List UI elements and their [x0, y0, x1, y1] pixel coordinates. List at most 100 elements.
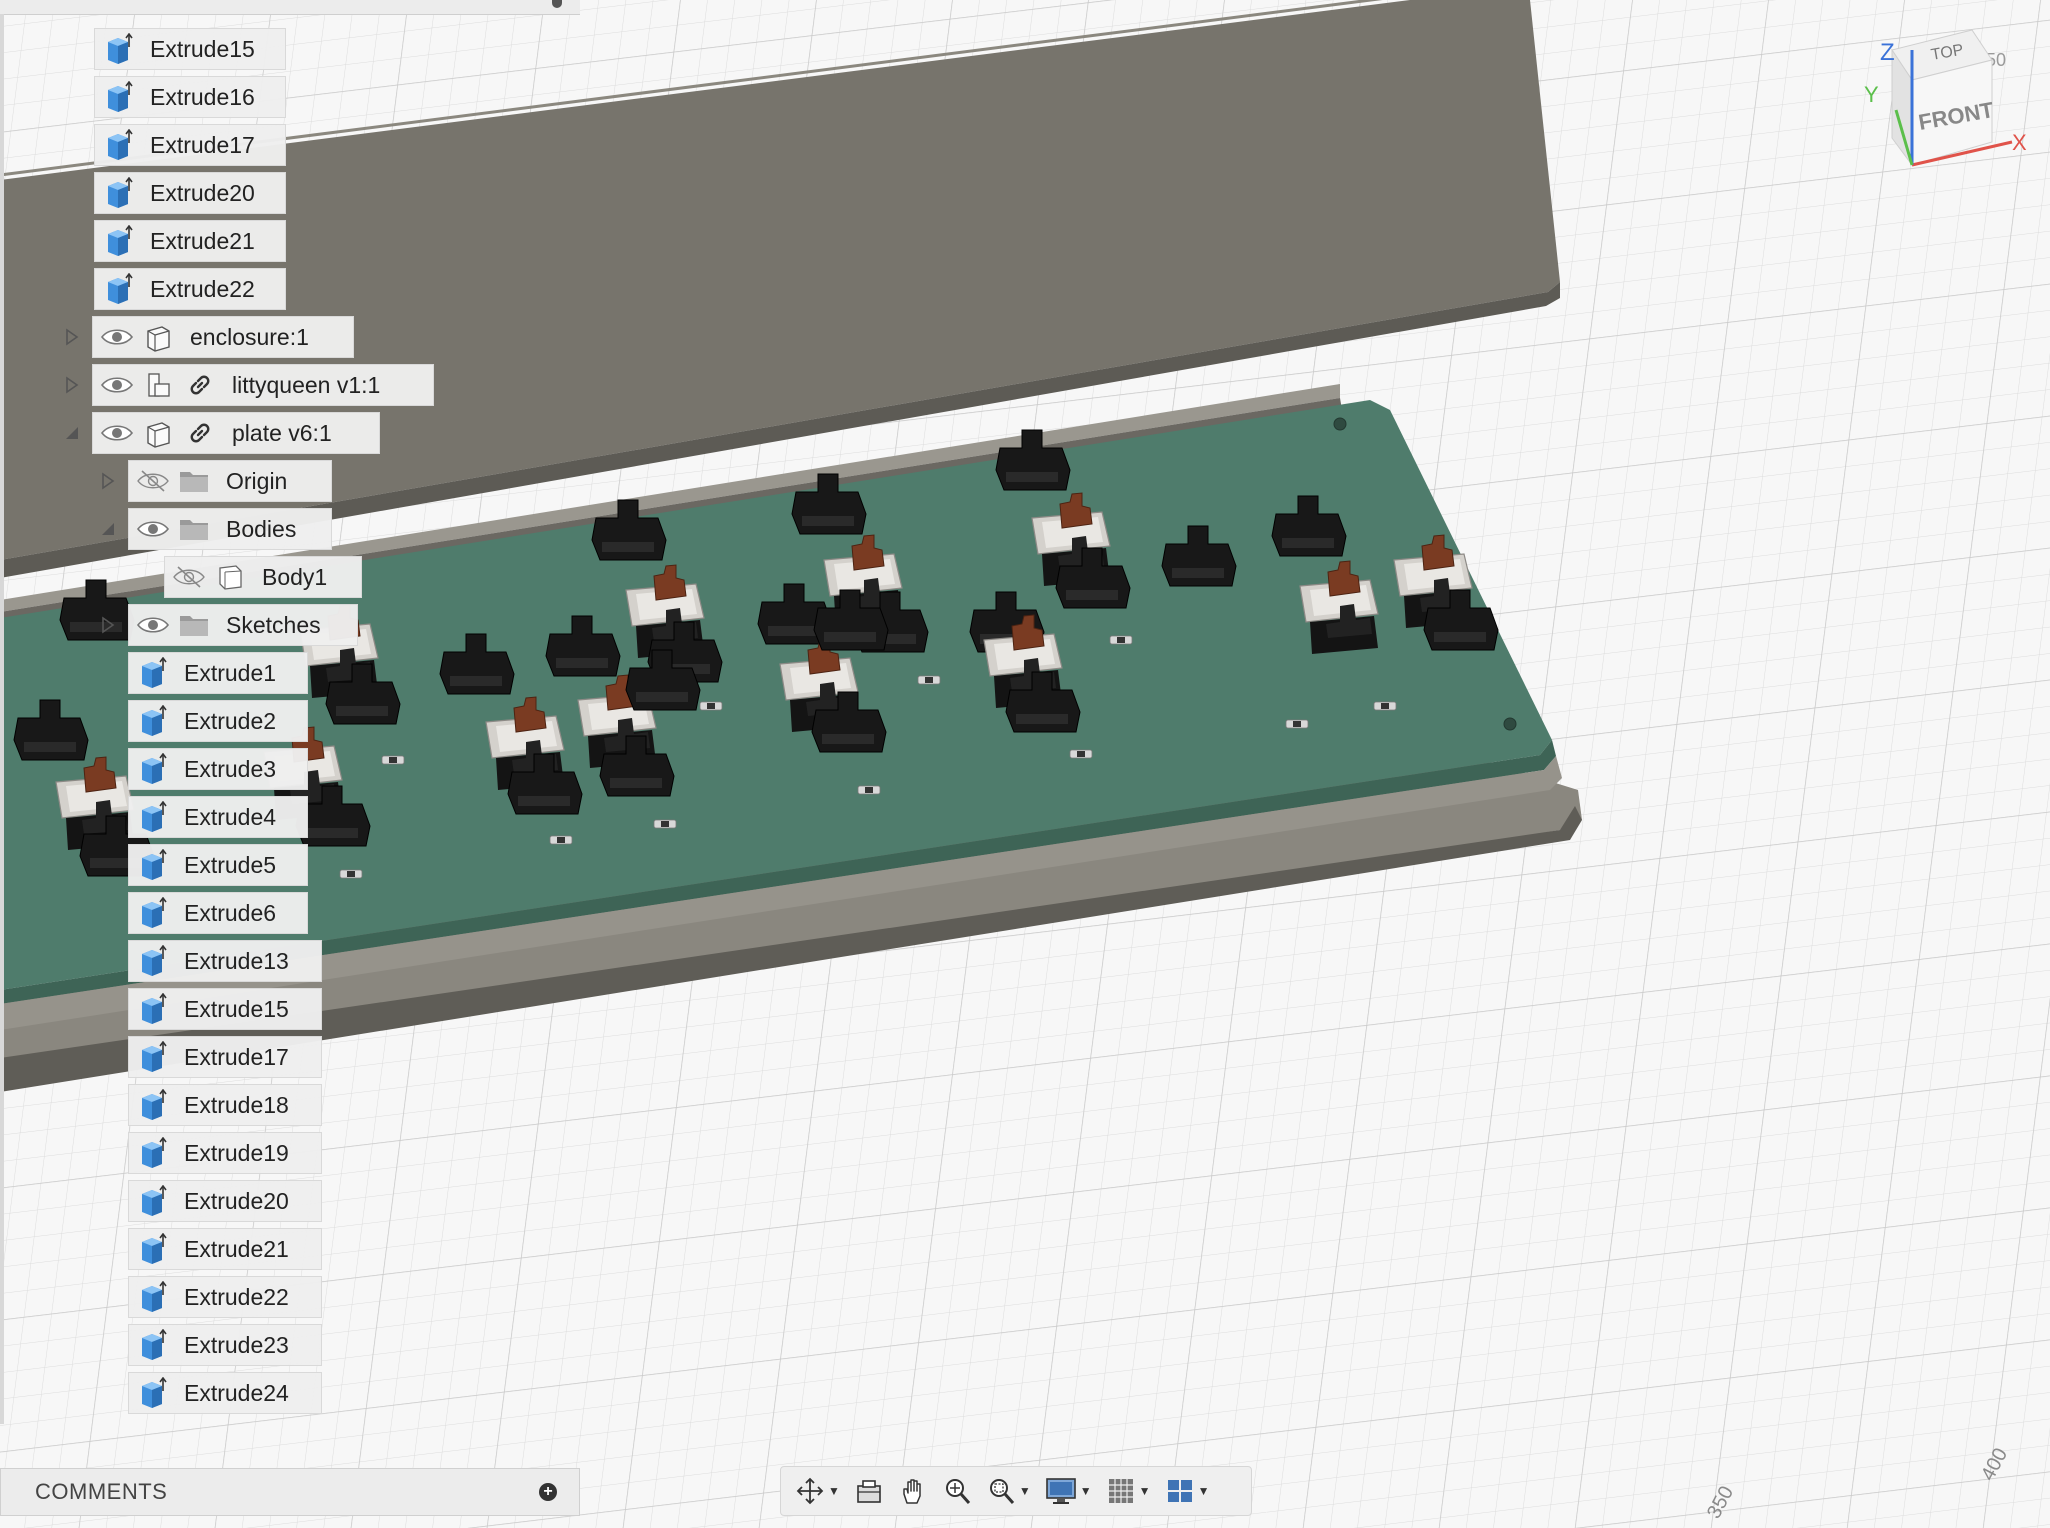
- eye-icon[interactable]: [135, 511, 171, 547]
- orbit-tool[interactable]: ▼: [789, 1471, 846, 1511]
- viewcube[interactable]: TOP FRONT Z Y X: [1862, 20, 2032, 190]
- tree-item-extrude17[interactable]: Extrude17: [128, 1036, 322, 1078]
- tree-item-label: enclosure:1: [190, 323, 309, 350]
- tree-item-extrude4[interactable]: Extrude4: [128, 796, 308, 838]
- folder-icon: [176, 511, 212, 547]
- tree-item-label: Extrude6: [184, 899, 277, 926]
- dropdown-caret-icon[interactable]: ▼: [1019, 1484, 1031, 1498]
- extrude-body-icon: [134, 703, 170, 739]
- pan-hand-icon: [898, 1476, 928, 1506]
- tree-item-label: Extrude19: [184, 1139, 289, 1166]
- tree-item-label: plate v6:1: [232, 419, 332, 446]
- tree-item-origin[interactable]: Origin: [128, 460, 332, 502]
- tree-item-extrude21[interactable]: Extrude21: [128, 1228, 322, 1270]
- plus-circle-icon[interactable]: +: [539, 1483, 557, 1501]
- tree-item-extrude18[interactable]: Extrude18: [128, 1084, 322, 1126]
- tree-item-extrude19[interactable]: Extrude19: [128, 1132, 322, 1174]
- tree-item-extrude24[interactable]: Extrude24: [128, 1372, 322, 1414]
- tree-item-label: Extrude13: [184, 947, 289, 974]
- grid-settings-icon: [1106, 1476, 1136, 1506]
- axis-y-label: Y: [1864, 82, 1879, 107]
- eye-icon[interactable]: [99, 367, 135, 403]
- tree-item-label: Extrude24: [184, 1379, 289, 1406]
- dropdown-caret-icon[interactable]: ▼: [1139, 1484, 1151, 1498]
- extrude-body-icon: [134, 1087, 170, 1123]
- dropdown-caret-icon[interactable]: ▼: [1080, 1484, 1092, 1498]
- eye-icon[interactable]: [135, 607, 171, 643]
- browser-panel-header[interactable]: [0, 0, 580, 15]
- tree-item-body1[interactable]: Body1: [164, 556, 362, 598]
- viewports-icon: [1165, 1476, 1195, 1506]
- tree-item-bodies[interactable]: Bodies: [128, 508, 332, 550]
- tree-item-extrude1[interactable]: Extrude1: [128, 652, 308, 694]
- tree-item-extrude15[interactable]: Extrude15: [128, 988, 322, 1030]
- tree-item-label: Extrude4: [184, 803, 277, 830]
- grid-settings-tool[interactable]: ▼: [1100, 1471, 1157, 1511]
- tree-item-extrude5[interactable]: Extrude5: [128, 844, 308, 886]
- look-at-tool[interactable]: [848, 1471, 890, 1511]
- eye-hidden-icon[interactable]: [171, 559, 207, 595]
- viewports-tool[interactable]: ▼: [1159, 1471, 1216, 1511]
- tree-item-extrude20[interactable]: Extrude20: [94, 172, 286, 214]
- tree-item-label: Extrude15: [150, 35, 255, 62]
- orbit-icon: [795, 1476, 825, 1506]
- collapse-triangle-icon[interactable]: [98, 613, 118, 637]
- tree-item-extrude2[interactable]: Extrude2: [128, 700, 308, 742]
- tree-item-extrude13[interactable]: Extrude13: [128, 940, 322, 982]
- tree-item-extrude16[interactable]: Extrude16: [94, 76, 286, 118]
- zoom-window-tool[interactable]: ▼: [980, 1471, 1037, 1511]
- dropdown-caret-icon[interactable]: ▼: [1198, 1484, 1210, 1498]
- expand-triangle-icon[interactable]: [98, 517, 118, 541]
- comments-panel[interactable]: COMMENTS +: [0, 1468, 580, 1516]
- zoom-icon: [942, 1476, 972, 1506]
- tree-item-extrude23[interactable]: Extrude23: [128, 1324, 322, 1366]
- display-settings-tool[interactable]: ▼: [1039, 1471, 1098, 1511]
- expand-triangle-icon[interactable]: [62, 421, 82, 445]
- extrude-body-icon: [134, 895, 170, 931]
- tree-item-extrude15[interactable]: Extrude15: [94, 28, 286, 70]
- tree-item-extrude20[interactable]: Extrude20: [128, 1180, 322, 1222]
- extrude-body-icon: [134, 751, 170, 787]
- tree-item-extrude6[interactable]: Extrude6: [128, 892, 308, 934]
- tree-item-extrude22[interactable]: Extrude22: [128, 1276, 322, 1318]
- tree-item-label: Extrude17: [184, 1043, 289, 1070]
- eye-icon[interactable]: [99, 319, 135, 355]
- tree-item-label: Extrude15: [184, 995, 289, 1022]
- extrude-body-icon: [134, 1375, 170, 1411]
- zoom-tool[interactable]: [936, 1471, 978, 1511]
- tree-item-label: Extrude5: [184, 851, 277, 878]
- collapse-triangle-icon[interactable]: [62, 325, 82, 349]
- tree-item-extrude22[interactable]: Extrude22: [94, 268, 286, 310]
- eye-icon[interactable]: [99, 415, 135, 451]
- extrude-body-icon: [100, 31, 136, 67]
- tree-item-plate-v6-1[interactable]: plate v6:1: [92, 412, 380, 454]
- dropdown-caret-icon[interactable]: ▼: [828, 1484, 840, 1498]
- tree-item-enclosure-1[interactable]: enclosure:1: [92, 316, 354, 358]
- tree-item-sketches[interactable]: Sketches: [128, 604, 358, 646]
- tree-item-extrude3[interactable]: Extrude3: [128, 748, 308, 790]
- extrude-body-icon: [134, 1279, 170, 1315]
- eye-hidden-icon[interactable]: [135, 463, 171, 499]
- extrude-body-icon: [100, 175, 136, 211]
- tree-item-label: littyqueen v1:1: [232, 371, 381, 398]
- pin-icon[interactable]: [552, 0, 562, 8]
- collapse-triangle-icon[interactable]: [98, 469, 118, 493]
- tree-item-label: Extrude20: [184, 1187, 289, 1214]
- browser-tree-edge: [0, 14, 4, 1424]
- tree-item-extrude17[interactable]: Extrude17: [94, 124, 286, 166]
- tree-item-label: Extrude21: [184, 1235, 289, 1262]
- tree-item-label: Extrude3: [184, 755, 277, 782]
- tree-item-label: Extrude1: [184, 659, 277, 686]
- viewcube-icon[interactable]: TOP FRONT Z Y X: [1862, 20, 2032, 190]
- axis-z-label: Z: [1880, 39, 1895, 66]
- tree-item-label: Extrude20: [150, 179, 255, 206]
- component-icon: [140, 415, 176, 451]
- zoom-window-icon: [986, 1476, 1016, 1506]
- pan-hand-tool[interactable]: [892, 1471, 934, 1511]
- extrude-body-icon: [134, 1135, 170, 1171]
- tree-item-littyqueen-v1-1[interactable]: littyqueen v1:1: [92, 364, 434, 406]
- tree-item-extrude21[interactable]: Extrude21: [94, 220, 286, 262]
- extrude-body-icon: [100, 79, 136, 115]
- extrude-body-icon: [134, 799, 170, 835]
- collapse-triangle-icon[interactable]: [62, 373, 82, 397]
